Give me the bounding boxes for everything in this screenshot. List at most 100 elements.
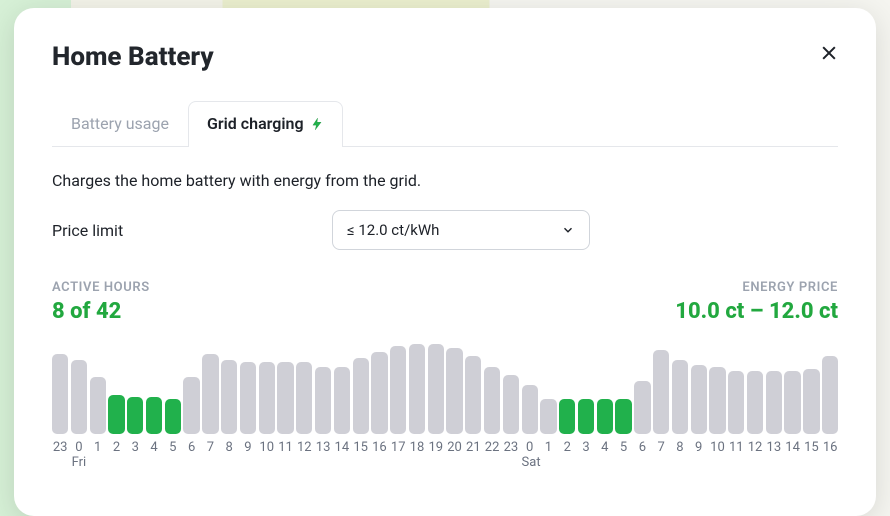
- chart-bars: [52, 342, 838, 434]
- hour-label: 8: [221, 440, 237, 455]
- hour-label: 3: [578, 440, 594, 455]
- day-label: [634, 455, 650, 470]
- hour-label: 1: [540, 440, 556, 455]
- day-label: [146, 455, 162, 470]
- hour-label: 20: [446, 440, 462, 455]
- hour-label: 0: [522, 440, 538, 455]
- day-label: [428, 455, 444, 470]
- price-limit-row: Price limit ≤ 12.0 ct/kWh: [52, 210, 838, 250]
- hour-label: 15: [803, 440, 819, 455]
- modal-title: Home Battery: [52, 42, 838, 72]
- chart-bar: [578, 399, 594, 434]
- active-hours-label: ACTIVE HOURS: [52, 280, 150, 295]
- close-button[interactable]: [812, 36, 846, 70]
- close-icon: [819, 43, 839, 63]
- price-limit-label: Price limit: [52, 221, 292, 240]
- day-label: [240, 455, 256, 470]
- stats-row: ACTIVE HOURS 8 of 42 ENERGY PRICE 10.0 c…: [52, 280, 838, 324]
- day-label: [540, 455, 556, 470]
- chart-bar: [634, 381, 650, 434]
- hour-label: 2: [108, 440, 124, 455]
- hour-label: 10: [259, 440, 275, 455]
- hour-label: 9: [691, 440, 707, 455]
- chart-bar: [691, 365, 707, 435]
- chart-bar: [784, 371, 800, 434]
- chart-bar: [747, 371, 763, 434]
- hour-label: 13: [766, 440, 782, 455]
- day-label: Fri: [71, 455, 87, 470]
- hour-label: 3: [127, 440, 143, 455]
- hour-label: 4: [146, 440, 162, 455]
- hour-label: 8: [672, 440, 688, 455]
- day-label: [653, 455, 669, 470]
- day-label: [822, 455, 838, 470]
- day-label: [747, 455, 763, 470]
- day-label: [183, 455, 199, 470]
- chart-bar: [353, 358, 369, 434]
- day-label: [578, 455, 594, 470]
- hour-label: 16: [822, 440, 838, 455]
- day-label: [296, 455, 312, 470]
- day-label: [559, 455, 575, 470]
- chart-bar: [371, 352, 387, 434]
- price-limit-value: ≤ 12.0 ct/kWh: [347, 221, 439, 239]
- chart-bar: [183, 377, 199, 434]
- hour-label: 17: [390, 440, 406, 455]
- chart-bar: [653, 350, 669, 434]
- chart-bar: [90, 377, 106, 434]
- energy-price-value: 10.0 ct – 12.0 ct: [675, 299, 838, 324]
- day-label: [315, 455, 331, 470]
- hour-label: 14: [334, 440, 350, 455]
- day-label: [165, 455, 181, 470]
- day-label: [390, 455, 406, 470]
- day-label: [52, 455, 68, 470]
- tab-label: Battery usage: [71, 114, 169, 133]
- day-label: [709, 455, 725, 470]
- hour-label: 11: [728, 440, 744, 455]
- chart-bar: [803, 369, 819, 434]
- hour-label: 23: [52, 440, 68, 455]
- home-battery-modal: Home Battery Battery usage Grid charging…: [14, 8, 876, 516]
- day-label: [127, 455, 143, 470]
- chart-bar: [52, 354, 68, 434]
- energy-price-label: ENERGY PRICE: [675, 280, 838, 295]
- chart-bar: [522, 385, 538, 434]
- chart-bar: [597, 399, 613, 434]
- day-label: [503, 455, 519, 470]
- hour-label: 15: [353, 440, 369, 455]
- hour-label: 6: [183, 440, 199, 455]
- chart-bar: [484, 367, 500, 434]
- chart-bar: [221, 360, 237, 434]
- chart-bar: [71, 360, 87, 434]
- chart-bar: [334, 367, 350, 434]
- day-label: [484, 455, 500, 470]
- hour-label: 19: [428, 440, 444, 455]
- chart-bar: [766, 371, 782, 434]
- hour-label: 4: [597, 440, 613, 455]
- chart-bar: [428, 344, 444, 434]
- hour-label: 5: [615, 440, 631, 455]
- chart-bar: [446, 348, 462, 434]
- hour-label: 13: [315, 440, 331, 455]
- price-limit-select[interactable]: ≤ 12.0 ct/kWh: [332, 210, 590, 250]
- day-label: [766, 455, 782, 470]
- tab-battery-usage[interactable]: Battery usage: [52, 101, 188, 147]
- hour-label: 12: [747, 440, 763, 455]
- chart-bar: [146, 397, 162, 434]
- chart-bar: [259, 362, 275, 434]
- chart-bar: [409, 344, 425, 434]
- hour-label: 9: [240, 440, 256, 455]
- day-label: [202, 455, 218, 470]
- chart-bar: [240, 362, 256, 434]
- chart-bar: [559, 399, 575, 434]
- day-label: [334, 455, 350, 470]
- tab-grid-charging[interactable]: Grid charging: [188, 101, 343, 147]
- active-hours-block: ACTIVE HOURS 8 of 42: [52, 280, 150, 324]
- day-label: [259, 455, 275, 470]
- chart-day-labels: FriSat: [52, 455, 838, 470]
- hour-label: 23: [503, 440, 519, 455]
- hour-label: 11: [277, 440, 293, 455]
- chart-bar: [390, 346, 406, 434]
- chart-bar: [465, 356, 481, 434]
- chart-hour-labels: 2301234567891011121314151617181920212223…: [52, 440, 838, 455]
